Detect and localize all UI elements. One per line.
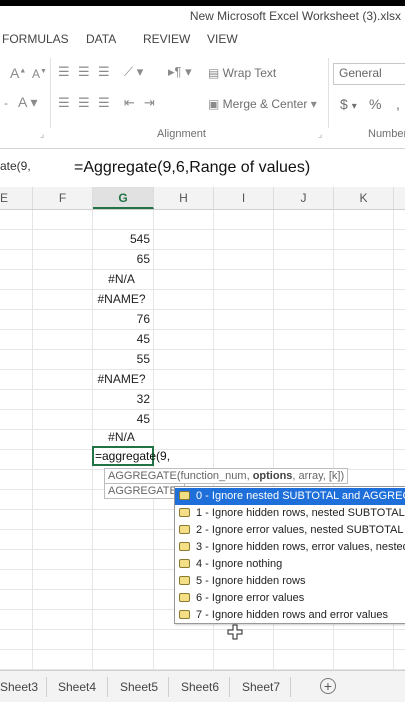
col-header-f[interactable]: F (33, 187, 93, 209)
align-left-icon[interactable]: ☰ (58, 95, 70, 111)
title-bar: New Microsoft Excel Worksheet (3).xlsx (0, 6, 405, 28)
increase-font-icon[interactable]: A▲ (10, 65, 26, 81)
move-cursor-icon (227, 624, 243, 640)
option-icon (179, 559, 190, 568)
cell-g[interactable]: 45 (93, 330, 153, 349)
merge-center-button[interactable]: ▣ Merge & Center ▾ (208, 97, 317, 111)
wrap-text-button[interactable]: ▤ Wrap Text (208, 66, 276, 80)
decrease-font-icon[interactable]: A▼ (32, 67, 47, 81)
tab-data[interactable]: DATA (86, 32, 116, 46)
align-center-icon[interactable]: ☰ (78, 95, 90, 111)
sheet-tab[interactable]: Sheet4 (58, 680, 96, 694)
alignment-group-launcher-icon[interactable]: ⌟ (318, 129, 322, 140)
orientation-icon[interactable]: ⟋ ▾ (124, 64, 143, 80)
ribbon-tabs: FORMULAS DATA REVIEW VIEW (0, 28, 405, 53)
col-header-h[interactable]: H (154, 187, 214, 209)
decrease-indent-icon[interactable]: ⇤ (124, 95, 135, 111)
function-tooltip: AGGREGATE(function_num, options, array, … (104, 468, 349, 484)
cell-g[interactable]: #N/A (93, 428, 153, 447)
function-tooltip-second: AGGREGATE( (104, 483, 185, 499)
cell-g[interactable]: 545 (93, 230, 153, 249)
cell-g[interactable]: 32 (93, 390, 153, 409)
cell-g[interactable]: 55 (93, 350, 153, 369)
cell-g[interactable]: 45 (93, 410, 153, 429)
option-item[interactable]: 5 - Ignore hidden rows (175, 573, 405, 590)
font-group-launcher-icon[interactable]: ⌟ (40, 129, 44, 140)
sheet-tab[interactable]: Sheet3 (0, 680, 38, 694)
col-header-e[interactable]: E (0, 187, 33, 209)
column-headers: E F G H I J K (0, 187, 405, 210)
option-icon (179, 576, 190, 585)
sheet-tab[interactable]: Sheet7 (242, 680, 280, 694)
font-color-dropdown-icon[interactable]: - (4, 96, 8, 110)
options-dropdown[interactable]: 0 - Ignore nested SUBTOTAL and AGGREGATE… (174, 486, 405, 624)
formula-input[interactable]: =Aggregate(9,6,Range of values) (74, 159, 310, 177)
align-top-icon[interactable]: ☰ (58, 64, 70, 80)
alignment-group-label: Alignment (157, 128, 206, 140)
percent-button[interactable]: % (369, 96, 381, 112)
cell-g[interactable]: 76 (93, 310, 153, 329)
col-header-k[interactable]: K (334, 187, 394, 209)
active-cell-editor[interactable]: =aggregate(9, (92, 446, 170, 466)
formula-bar: ate(9, =Aggregate(9,6,Range of values) (0, 149, 405, 188)
align-right-icon[interactable]: ☰ (98, 95, 110, 111)
align-middle-icon[interactable]: ☰ (78, 64, 90, 80)
sheet-tab[interactable]: Sheet5 (120, 680, 158, 694)
option-icon (179, 508, 190, 517)
option-icon (179, 491, 190, 500)
tab-review[interactable]: REVIEW (143, 32, 190, 46)
option-item[interactable]: 3 - Ignore hidden rows, error values, ne… (175, 539, 405, 556)
cell-g[interactable]: 65 (93, 250, 153, 269)
text-direction-icon[interactable]: ▸¶ ▾ (168, 64, 192, 80)
status-bar (0, 702, 405, 720)
cell-g[interactable]: #NAME? (93, 290, 153, 309)
cell-g[interactable]: #NAME? (93, 370, 153, 389)
align-bottom-icon[interactable]: ☰ (98, 64, 110, 80)
font-color-icon[interactable]: A ▾ (18, 94, 38, 111)
option-item[interactable]: 2 - Ignore error values, nested SUBTOTAL… (175, 522, 405, 539)
option-icon (179, 610, 190, 619)
number-format-dropdown[interactable]: General (333, 63, 405, 85)
option-item[interactable]: 1 - Ignore hidden rows, nested SUBTOTAL … (175, 505, 405, 522)
name-box[interactable]: ate(9, (0, 159, 31, 173)
increase-indent-icon[interactable]: ⇥ (144, 95, 155, 111)
currency-button[interactable]: $ ▾ (340, 96, 357, 112)
col-header-j[interactable]: J (274, 187, 334, 209)
number-group-label: Number (368, 128, 405, 140)
comma-button[interactable]: , (396, 96, 400, 112)
option-icon (179, 593, 190, 602)
tab-view[interactable]: VIEW (207, 32, 238, 46)
col-header-g[interactable]: G (93, 187, 154, 209)
option-item[interactable]: 0 - Ignore nested SUBTOTAL and AGGREGATE… (175, 488, 405, 505)
option-item[interactable]: 6 - Ignore error values (175, 590, 405, 607)
option-icon (179, 542, 190, 551)
col-header-i[interactable]: I (214, 187, 274, 209)
add-sheet-icon[interactable]: + (320, 678, 336, 694)
sheet-tabs-bar: Sheet3 Sheet4 Sheet5 Sheet6 Sheet7 + (0, 670, 405, 703)
sheet-tab[interactable]: Sheet6 (181, 680, 219, 694)
option-item[interactable]: 4 - Ignore nothing (175, 556, 405, 573)
cell-g[interactable]: #N/A (93, 270, 153, 289)
option-item[interactable]: 7 - Ignore hidden rows and error values (175, 607, 405, 623)
ribbon: A▲ A▼ - A ▾ ☰ ☰ ☰ ⟋ ▾ ▸¶ ▾ ☰ ☰ ☰ ⇤ ⇥ ▤ W… (0, 52, 405, 149)
window-title: New Microsoft Excel Worksheet (3).xlsx (189, 9, 401, 23)
tab-formulas[interactable]: FORMULAS (2, 32, 69, 46)
option-icon (179, 525, 190, 534)
